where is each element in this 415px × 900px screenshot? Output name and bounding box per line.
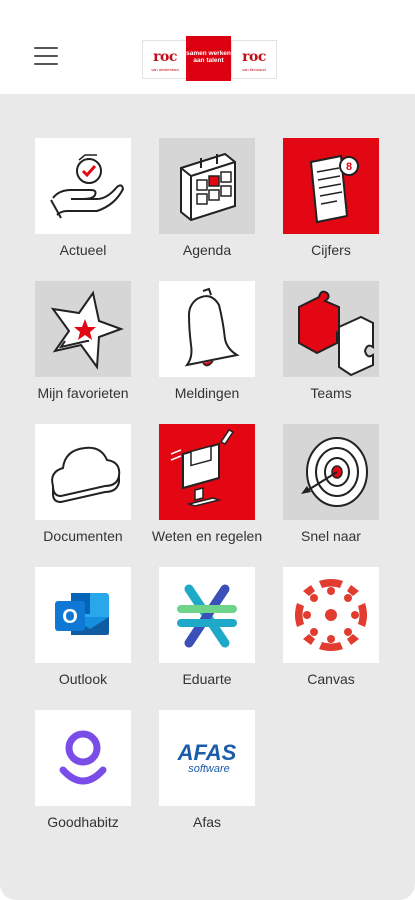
tile-box <box>159 567 255 663</box>
tile-box <box>159 281 255 377</box>
eduarte-icon <box>177 584 237 648</box>
tile-box <box>35 710 131 806</box>
tile-label: Eduarte <box>182 671 232 687</box>
canvas-icon <box>295 579 367 651</box>
menu-line <box>34 55 58 57</box>
tile-box <box>283 424 379 520</box>
tile-box <box>159 424 255 520</box>
outlook-icon: O <box>55 593 109 635</box>
tile-box <box>35 281 131 377</box>
computer-icon <box>170 429 235 507</box>
tile-label: Cijfers <box>311 242 351 258</box>
hamburger-menu-icon[interactable] <box>34 47 60 67</box>
calendar-icon <box>180 152 236 222</box>
tile-box: AFAS software <box>159 710 255 806</box>
tile-label: Meldingen <box>174 385 240 401</box>
menu-line <box>34 63 58 65</box>
roc-logo: roc van amsterdam samen werken aan talen… <box>142 36 277 81</box>
roc-logo-right: roc van flevoland <box>231 40 277 79</box>
star-icon <box>50 290 124 370</box>
svg-text:8: 8 <box>346 161 352 173</box>
hand-check-icon <box>50 154 125 219</box>
tile-label: Goodhabitz <box>47 814 119 830</box>
outlook-letter: O <box>62 606 78 628</box>
top-bar: roc van amsterdam samen werken aan talen… <box>0 0 415 94</box>
goodhabitz-icon <box>59 730 107 785</box>
roc-logo-left: roc van amsterdam <box>142 40 188 79</box>
tile-label: Canvas <box>307 671 355 687</box>
tile-grid: Actueel Agenda 8 Cijfers Mijn favorieten… <box>0 94 415 900</box>
menu-line <box>34 47 58 49</box>
afas-icon: AFAS software <box>177 740 237 775</box>
logo-center: samen werken aan talent <box>186 36 231 81</box>
afas-sub: software <box>188 763 230 775</box>
tile-box <box>35 138 131 234</box>
tile-box: O <box>35 567 131 663</box>
cloud-icon <box>51 446 121 504</box>
target-icon <box>301 437 368 507</box>
tile-label: Weten en regelen <box>151 528 263 544</box>
tile-label: Outlook <box>58 671 108 687</box>
logo-sub: van flevoland <box>242 67 266 72</box>
tile-box <box>283 567 379 663</box>
tile-label: Agenda <box>182 242 232 258</box>
grades-document-icon: 8 <box>309 154 359 224</box>
logo-word: roc <box>242 49 266 65</box>
tile-box <box>35 424 131 520</box>
tile-label: Teams <box>310 385 352 401</box>
tile-box <box>159 138 255 234</box>
tile-label: Mijn favorieten <box>37 385 129 401</box>
afas-word: AFAS <box>177 740 237 765</box>
tile-box <box>283 281 379 377</box>
bell-icon <box>184 287 240 367</box>
tile-label: Documenten <box>43 528 123 544</box>
tile-label: Snel naar <box>301 528 361 544</box>
tile-label: Afas <box>192 814 221 830</box>
tile-label: Actueel <box>59 242 107 258</box>
logo-word: roc <box>153 49 177 65</box>
logo-sub: van amsterdam <box>151 67 179 72</box>
tile-box: 8 <box>283 138 379 234</box>
puzzle-icon <box>298 290 374 377</box>
